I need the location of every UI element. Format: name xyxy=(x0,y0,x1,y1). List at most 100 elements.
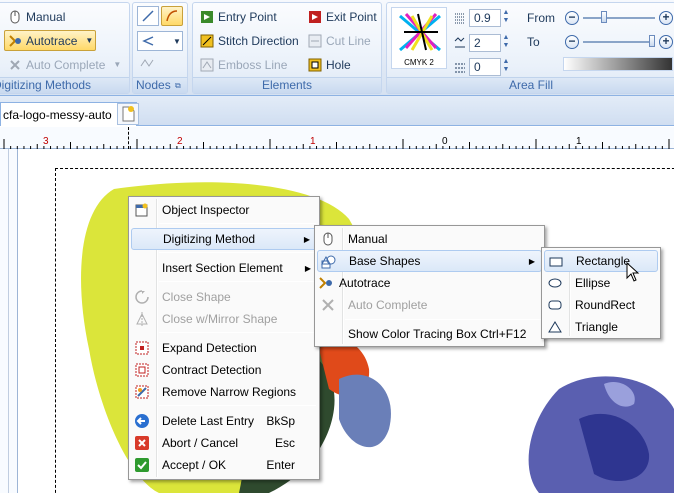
menu-item-close-shape[interactable]: Close Shape xyxy=(131,286,317,308)
shape-item-roundrect[interactable]: RoundRect xyxy=(544,294,658,316)
menu-item-label: Insert Section Element xyxy=(162,261,283,275)
menu-item-label: Close w/Mirror Shape xyxy=(162,312,278,326)
curve-node-button[interactable] xyxy=(161,6,183,26)
auto-complete-icon xyxy=(10,59,20,70)
entry-point-button[interactable]: Entry Point xyxy=(197,6,280,27)
to-minus-button[interactable]: − xyxy=(565,35,579,49)
menu-item-close-mirror-shape[interactable]: Close w/Mirror Shape xyxy=(131,308,317,330)
menu-separator xyxy=(159,281,316,282)
menu-separator xyxy=(159,252,316,253)
group-elements: Entry Point Exit Point Stitch Direction … xyxy=(192,2,382,94)
smooth-node-button[interactable] xyxy=(137,54,183,72)
menu-item-accept-ok[interactable]: Accept / OK Enter xyxy=(131,454,317,476)
shape-item-ellipse[interactable]: Ellipse xyxy=(544,272,658,294)
line-node-button[interactable] xyxy=(137,6,159,26)
ruler-number: 3 xyxy=(43,136,49,147)
hole-label: Hole xyxy=(326,57,351,72)
from-slider-row: From − + xyxy=(527,11,673,25)
offset-input[interactable]: 0 xyxy=(469,57,501,76)
menu-separator xyxy=(159,223,316,224)
menu-separator xyxy=(159,405,316,406)
submenu-arrow-icon: ▶ xyxy=(303,234,310,244)
menu-item-remove-narrow-regions[interactable]: Remove Narrow Regions xyxy=(131,381,317,403)
emboss-line-button[interactable]: Emboss Line xyxy=(197,54,290,75)
cancel-icon xyxy=(135,436,149,450)
menu-item-delete-last-entry[interactable]: Delete Last Entry BkSp xyxy=(131,410,317,432)
vertical-ruler xyxy=(0,149,18,493)
submenu-item-label: Manual xyxy=(348,232,388,246)
arrow-left-icon xyxy=(135,414,149,428)
spin-offset: 0 ▲ ▼ xyxy=(453,57,511,76)
emboss-line-label: Emboss Line xyxy=(218,57,288,72)
shape-item-rectangle[interactable]: Rectangle xyxy=(544,250,658,272)
from-minus-button[interactable]: − xyxy=(565,11,579,25)
cut-line-button[interactable]: Cut Line xyxy=(305,30,374,51)
menu-item-digitizing-method[interactable]: Digitizing Method ▶ xyxy=(131,228,317,250)
document-tab-title: cfa-logo-messy-auto xyxy=(3,107,112,122)
from-slider-thumb[interactable] xyxy=(601,11,607,23)
density-input[interactable]: 0.9 xyxy=(469,8,501,27)
shape-item-label: RoundRect xyxy=(575,298,636,312)
submenu-item-manual[interactable]: Manual xyxy=(317,228,542,250)
menu-item-label: Accept / OK xyxy=(162,458,227,472)
hole-button[interactable]: Hole xyxy=(305,54,354,75)
spin-density: 0.9 ▲ ▼ xyxy=(453,8,511,27)
from-slider[interactable] xyxy=(583,11,655,23)
to-slider-thumb[interactable] xyxy=(649,35,655,47)
exit-point-button[interactable]: Exit Point xyxy=(305,6,380,27)
spin-arrows-icon[interactable]: ▲ ▼ xyxy=(501,34,511,52)
spin-arrows-icon[interactable]: ▲ ▼ xyxy=(501,58,511,76)
menu-item-shortcut: BkSp xyxy=(266,414,295,428)
autotrace-button[interactable]: Autotrace ▼ xyxy=(4,30,96,51)
from-plus-button[interactable]: + xyxy=(659,11,673,25)
menu-item-label: Digitizing Method xyxy=(163,232,256,246)
menu-item-label: Expand Detection xyxy=(162,341,257,355)
menu-item-expand-detection[interactable]: Expand Detection xyxy=(131,337,317,359)
chevron-down-icon: ▼ xyxy=(173,36,181,46)
check-icon xyxy=(135,458,149,472)
manual-button[interactable]: Manual xyxy=(5,6,68,27)
menu-item-shortcut: Esc xyxy=(274,436,295,450)
to-slider-row: To − + xyxy=(527,35,673,49)
group-label-area-fill: Area Fill xyxy=(387,77,674,93)
count-input[interactable]: 2 xyxy=(469,33,501,52)
mouse-icon xyxy=(10,10,20,23)
to-slider[interactable] xyxy=(583,35,655,47)
ruler-ticks xyxy=(3,139,670,149)
cmyk-pattern-icon xyxy=(399,13,441,52)
node-tool-button[interactable]: ▼ xyxy=(137,31,183,51)
group-area-fill: CMYK 2 0.9 ▲ ▼ 2 ▲ ▼ 0 ▲ ▼ From − + To − + xyxy=(386,2,674,94)
ruler-number: 1 xyxy=(576,136,582,147)
submenu-item-auto-complete[interactable]: Auto Complete xyxy=(317,294,542,316)
entry-point-label: Entry Point xyxy=(218,9,277,24)
shape-item-triangle[interactable]: Triangle xyxy=(544,316,658,338)
ruler-cursor-marker xyxy=(128,127,129,149)
context-menu: Object Inspector Digitizing Method ▶ Ins… xyxy=(128,196,320,480)
fill-pattern-button[interactable]: CMYK 2 xyxy=(391,7,447,69)
exit-point-icon xyxy=(309,10,321,23)
auto-complete-label: Auto Complete xyxy=(26,57,106,72)
menu-item-abort-cancel[interactable]: Abort / Cancel Esc xyxy=(131,432,317,454)
mirror-shape-icon xyxy=(136,312,148,326)
curve-node-icon xyxy=(166,10,178,22)
submenu-item-base-shapes[interactable]: Base Shapes ▶ xyxy=(317,250,542,272)
to-plus-button[interactable]: + xyxy=(659,35,673,49)
spin-arrows-icon[interactable]: ▲ ▼ xyxy=(501,9,511,27)
line-node-icon xyxy=(142,10,154,22)
new-document-button[interactable] xyxy=(117,103,139,125)
pattern-label: CMYK 2 xyxy=(404,58,434,67)
submenu-item-label: Autotrace xyxy=(339,276,391,290)
menu-item-insert-section-element[interactable]: Insert Section Element ▶ xyxy=(131,257,317,279)
submenu-item-autotrace[interactable]: Autotrace xyxy=(317,272,542,294)
manual-label: Manual xyxy=(26,9,66,24)
base-shapes-icon xyxy=(321,255,336,269)
dialog-launcher-icon[interactable]: ⧉ xyxy=(175,81,185,91)
submenu-item-show-color-tracing-box[interactable]: Show Color Tracing Box Ctrl+F12 xyxy=(317,323,542,345)
stitch-count-icon xyxy=(454,36,465,47)
stitch-direction-button[interactable]: Stitch Direction xyxy=(197,30,302,51)
menu-item-object-inspector[interactable]: Object Inspector xyxy=(131,199,317,221)
auto-complete-button[interactable]: Auto Complete ▼ xyxy=(5,54,124,75)
menu-item-contract-detection[interactable]: Contract Detection xyxy=(131,359,317,381)
horizontal-ruler: 3 2 1 0 1 xyxy=(0,127,674,149)
density-icon xyxy=(455,13,465,23)
